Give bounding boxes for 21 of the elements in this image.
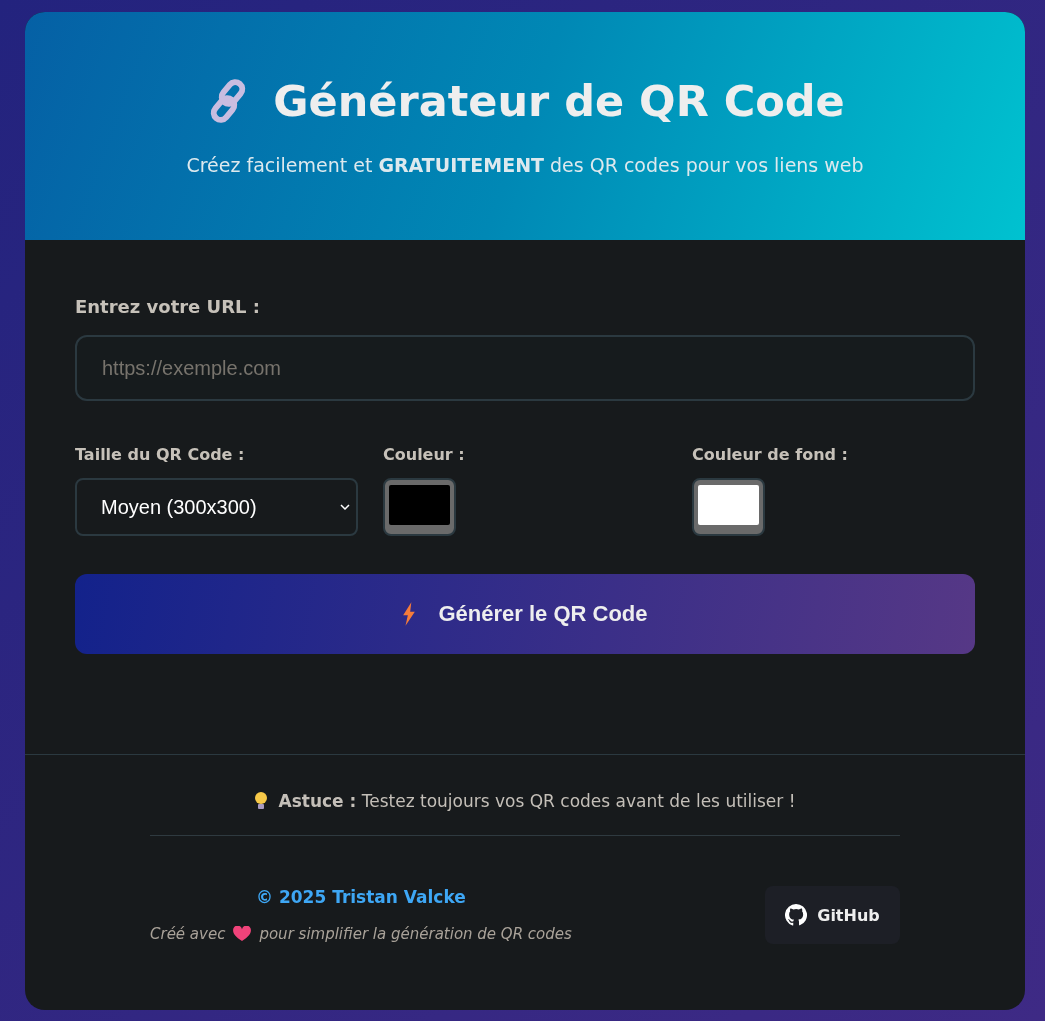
color-picker[interactable] xyxy=(692,478,765,536)
copyright-link[interactable]: © 2025 Tristan Valcke xyxy=(256,887,466,907)
option-label: Couleur de fond : xyxy=(692,445,848,464)
color-picker[interactable] xyxy=(383,478,456,536)
github-icon xyxy=(785,904,808,926)
lightbulb-icon xyxy=(254,791,269,811)
url-input[interactable]: https://exemple.com xyxy=(75,335,975,401)
option-label: Taille du QR Code : xyxy=(75,445,245,464)
size-select[interactable]: Moyen (300x300) xyxy=(75,478,358,536)
page-title: Générateur de QR Code xyxy=(273,76,845,126)
heart-icon xyxy=(233,926,252,942)
github-button[interactable]: GitHub xyxy=(765,886,900,944)
made-with-text: pour simplifier la génération de QR codes xyxy=(259,925,572,943)
subtitle: Créez facilement et GRATUITEMENT des QR codes pour vos liens web xyxy=(186,154,864,176)
tip-text: Astuce : Testez toujours vos QR codes avant de les utiliser ! xyxy=(278,791,796,811)
url-label: Entrez votre URL : xyxy=(75,296,261,317)
generate-button[interactable]: Générer le QR Code xyxy=(75,574,975,654)
lightning-icon xyxy=(402,602,417,626)
option-label: Couleur : xyxy=(383,445,465,464)
made-with-text: Créé avec xyxy=(150,925,226,943)
caret-icon xyxy=(340,504,350,510)
